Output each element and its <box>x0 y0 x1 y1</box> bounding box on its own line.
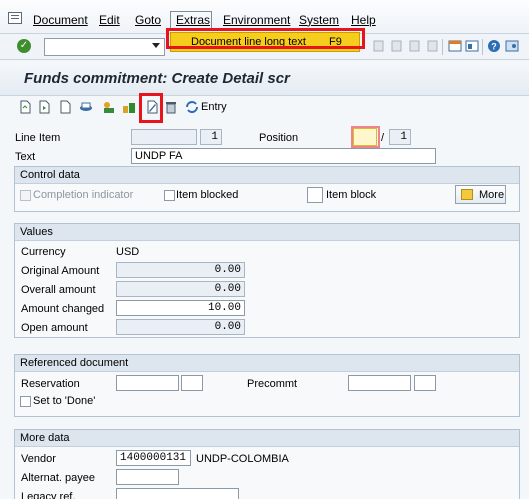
position-total-field: 1 <box>389 129 411 145</box>
position-label: Position <box>259 132 299 144</box>
values-title: Values <box>15 224 519 241</box>
completion-indicator-label: Completion indicator <box>33 189 134 201</box>
menu-goto[interactable]: Goto <box>135 13 161 27</box>
currency-label: Currency <box>21 246 66 258</box>
menu-system[interactable]: System <box>299 13 339 27</box>
open-amount-field: 0.00 <box>116 319 245 335</box>
blank-document-icon[interactable] <box>58 100 72 114</box>
line-item-field-left <box>131 129 197 145</box>
other-document-icon[interactable] <box>18 100 32 114</box>
precommitment-item-field[interactable] <box>414 375 436 391</box>
amount-changed-label: Amount changed <box>21 303 105 315</box>
application-toolbar: Entry <box>0 96 529 120</box>
app-menu-icon[interactable] <box>8 12 22 24</box>
alternate-payee-field[interactable] <box>116 469 179 485</box>
menu-help[interactable]: Help <box>351 13 376 27</box>
vendor-field[interactable]: 1400000131 <box>116 450 191 466</box>
position-focus-outline <box>351 126 380 148</box>
menu-document[interactable]: Document <box>33 13 88 27</box>
overall-amount-label: Overall amount <box>21 284 96 296</box>
enter-check-icon[interactable]: ✓ <box>17 39 31 53</box>
vendor-label: Vendor <box>21 453 56 465</box>
page-title: Funds commitment: Create Detail scr <box>24 70 290 87</box>
alternate-payee-label: Alternat. payee <box>21 472 95 484</box>
text-field[interactable]: UNDP FA <box>131 148 436 164</box>
line-item-field: 1 <box>200 129 222 145</box>
line-item-label: Line Item <box>15 132 61 144</box>
referenced-document-title: Referenced document <box>15 355 519 372</box>
highlight-box <box>166 28 365 49</box>
command-field[interactable] <box>44 38 165 56</box>
entry-button-label[interactable]: Entry <box>201 101 227 113</box>
account-assignment-icon[interactable] <box>122 100 136 114</box>
last-page-icon[interactable] <box>426 39 440 53</box>
customize-layout-icon[interactable] <box>505 39 519 53</box>
reservation-label: Reservation <box>21 378 80 390</box>
more-data-title: More data <box>15 430 519 447</box>
referenced-document-group: Referenced document Reservation Precommt… <box>14 354 520 417</box>
chevron-down-icon[interactable] <box>152 43 160 48</box>
highlight-box <box>139 93 163 123</box>
position-separator: / <box>381 132 385 144</box>
toolbar-separator <box>482 39 483 55</box>
control-data-group: Control data Completion indicator Item b… <box>14 166 520 212</box>
legacy-ref-label: Legacy ref. <box>21 491 76 499</box>
create-document-icon[interactable] <box>37 100 51 114</box>
vendor-name: UNDP-COLOMBIA <box>196 453 289 465</box>
open-amount-label: Open amount <box>21 322 88 334</box>
more-button-label: More <box>479 189 505 201</box>
more-button[interactable]: More <box>455 185 506 204</box>
item-blocked-label: Item blocked <box>176 189 239 201</box>
menu-environment[interactable]: Environment <box>223 13 290 27</box>
legacy-ref-field[interactable] <box>116 488 239 499</box>
shortcut-icon[interactable] <box>465 39 479 53</box>
delete-trash-icon[interactable] <box>164 100 178 114</box>
toolbar-separator <box>442 39 443 55</box>
overall-amount-field: 0.00 <box>116 281 245 297</box>
title-bar: Funds commitment: Create Detail scr <box>0 62 529 96</box>
precommitment-label: Precommt <box>247 378 298 390</box>
item-block-label: Item block <box>326 189 377 201</box>
item-blocked-checkbox[interactable] <box>164 190 175 201</box>
next-page-icon[interactable] <box>408 39 422 53</box>
reservation-field[interactable] <box>116 375 179 391</box>
control-data-title: Control data <box>15 167 519 184</box>
arrow-right-icon <box>461 189 473 200</box>
first-page-icon[interactable] <box>372 39 386 53</box>
partner-icon[interactable] <box>102 100 116 114</box>
amount-changed-field[interactable]: 10.00 <box>116 300 245 316</box>
reservation-item-field[interactable] <box>181 375 203 391</box>
currency-value: USD <box>116 246 140 258</box>
item-block-checkbox[interactable] <box>307 187 323 203</box>
menu-edit[interactable]: Edit <box>99 13 120 27</box>
help-icon[interactable]: ? <box>487 39 501 53</box>
completion-indicator-checkbox <box>20 190 31 201</box>
more-data-group: More data Vendor 1400000131 UNDP-COLOMBI… <box>14 429 520 499</box>
text-label: Text <box>15 151 36 163</box>
refresh-entry-icon[interactable] <box>185 100 199 114</box>
set-to-done-checkbox[interactable] <box>20 396 31 407</box>
svg-text:?: ? <box>491 42 497 52</box>
new-session-icon[interactable] <box>448 39 462 53</box>
original-amount-field: 0.00 <box>116 262 245 278</box>
previous-page-icon[interactable] <box>390 39 404 53</box>
values-group: Values Currency USD Original Amount 0.00… <box>14 223 520 338</box>
precommitment-field[interactable] <box>348 375 411 391</box>
original-amount-label: Original Amount <box>21 265 100 277</box>
header-icon[interactable] <box>79 100 93 114</box>
set-to-done-label: Set to 'Done' <box>33 395 96 407</box>
